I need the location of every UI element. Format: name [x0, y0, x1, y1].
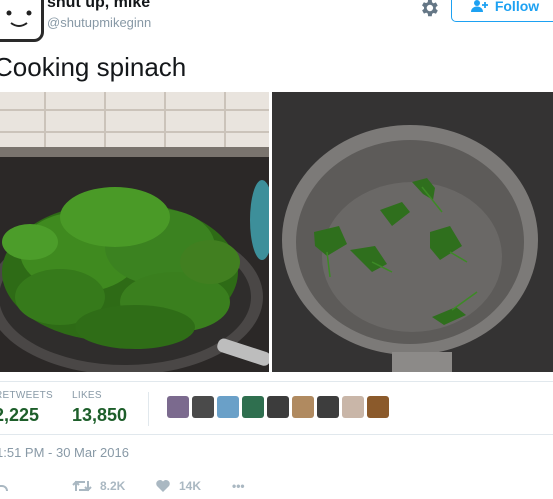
reply-icon	[0, 485, 8, 492]
heart-icon	[156, 480, 170, 492]
tweet-timestamp[interactable]: 1:51 PM - 30 Mar 2016	[0, 445, 129, 460]
tweet-text: Cooking spinach	[0, 52, 187, 82]
liker-avatar[interactable]	[317, 396, 339, 418]
liker-avatars	[167, 396, 389, 418]
avatar[interactable]	[0, 0, 44, 42]
retweet-count: 8.2K	[100, 479, 126, 493]
likes-label: LIKES	[72, 390, 102, 401]
liker-avatar[interactable]	[342, 396, 364, 418]
tweet-actions: 8.2K 14K •••	[0, 479, 553, 499]
tweet-photo-spinach-cooked[interactable]	[272, 92, 553, 372]
retweet-icon	[72, 480, 92, 492]
avatar-face-icon	[6, 10, 32, 27]
more-button[interactable]: •••	[232, 479, 245, 493]
retweets-count[interactable]: 2,225	[0, 405, 39, 426]
tweet-photo-spinach-raw[interactable]	[0, 92, 269, 372]
liker-avatar[interactable]	[192, 396, 214, 418]
liker-avatar[interactable]	[242, 396, 264, 418]
liker-avatar[interactable]	[167, 396, 189, 418]
liker-avatar[interactable]	[217, 396, 239, 418]
gear-icon[interactable]	[418, 0, 440, 19]
more-dots-icon: •••	[232, 479, 245, 493]
follow-label: Follow	[494, 0, 540, 14]
user-handle[interactable]: @shutupmikeginn	[47, 15, 151, 30]
follow-button[interactable]: Follow	[451, 0, 553, 22]
stats-bottom-divider	[0, 434, 553, 435]
like-button[interactable]: 14K	[155, 479, 201, 493]
like-count: 14K	[179, 479, 202, 493]
retweet-button[interactable]: 8.2K	[72, 479, 125, 493]
liker-avatar[interactable]	[367, 396, 389, 418]
add-user-icon	[470, 0, 488, 12]
reply-button[interactable]	[0, 479, 8, 493]
likes-count[interactable]: 13,850	[72, 405, 127, 426]
retweets-label: RETWEETS	[0, 390, 53, 401]
stats-separator	[148, 392, 149, 426]
display-name[interactable]: shut up, mike	[47, 0, 150, 12]
stats-top-divider	[0, 381, 553, 382]
liker-avatar[interactable]	[267, 396, 289, 418]
liker-avatar[interactable]	[292, 396, 314, 418]
